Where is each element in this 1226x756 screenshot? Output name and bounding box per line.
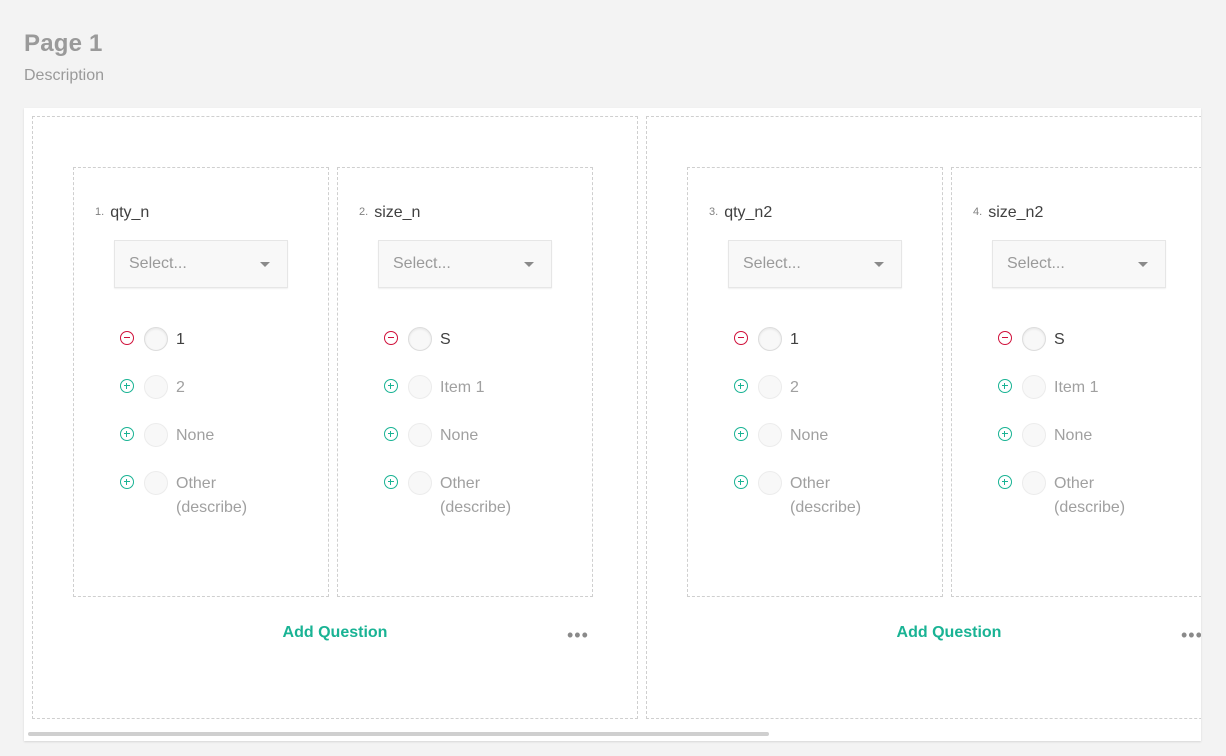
plus-circle-icon[interactable] — [384, 379, 398, 393]
radio-button[interactable] — [144, 471, 168, 495]
choice-label[interactable]: Item 1 — [1054, 376, 1154, 400]
plus-circle-icon[interactable] — [998, 379, 1012, 393]
choice-label[interactable]: Item 1 — [440, 376, 540, 400]
question-number: 1. — [95, 206, 105, 218]
select-placeholder: Select... — [743, 255, 801, 272]
radio-button[interactable] — [144, 375, 168, 399]
more-dots-icon[interactable]: ••• — [567, 625, 589, 646]
radio-button[interactable] — [758, 423, 782, 447]
panel-1[interactable]: 1. qty_n Select... 1 2 None Other (descr… — [32, 116, 638, 719]
choice-label[interactable]: None — [1054, 424, 1154, 448]
horizontal-scrollbar[interactable] — [28, 732, 769, 736]
radio-button[interactable] — [1022, 375, 1046, 399]
question-title[interactable]: qty_n2 — [724, 204, 772, 221]
choice-label[interactable]: 1 — [790, 328, 890, 352]
radio-button[interactable] — [408, 327, 432, 351]
question-title[interactable]: size_n — [374, 204, 420, 221]
dropdown-select[interactable]: Select... — [114, 240, 288, 288]
radio-button[interactable] — [408, 375, 432, 399]
plus-circle-icon[interactable] — [120, 427, 134, 441]
radio-button[interactable] — [758, 375, 782, 399]
choice-label[interactable]: 2 — [176, 376, 276, 400]
plus-circle-icon[interactable] — [734, 475, 748, 489]
question-number: 3. — [709, 206, 719, 218]
page-description: Description — [24, 67, 105, 84]
choice-label[interactable]: S — [440, 328, 540, 352]
question-header: 2. size_n — [359, 204, 420, 222]
question-header: 1. qty_n — [95, 204, 149, 222]
radio-button[interactable] — [1022, 423, 1046, 447]
page-title: Page 1 — [24, 30, 103, 57]
plus-circle-icon[interactable] — [734, 427, 748, 441]
minus-circle-icon[interactable] — [734, 331, 748, 345]
plus-circle-icon[interactable] — [734, 379, 748, 393]
minus-circle-icon[interactable] — [384, 331, 398, 345]
caret-down-icon — [1138, 262, 1148, 267]
question-qty-n2[interactable]: 3. qty_n2 Select... 1 2 None Other (desc… — [687, 167, 943, 597]
question-number: 4. — [973, 206, 983, 218]
question-title[interactable]: size_n2 — [988, 204, 1043, 221]
radio-button[interactable] — [1022, 327, 1046, 351]
choice-label[interactable]: Other (describe) — [1054, 472, 1154, 520]
choice-label[interactable]: Other (describe) — [440, 472, 540, 520]
radio-button[interactable] — [408, 423, 432, 447]
plus-circle-icon[interactable] — [998, 427, 1012, 441]
plus-circle-icon[interactable] — [120, 379, 134, 393]
choice-label[interactable]: Other (describe) — [790, 472, 890, 520]
add-question-button[interactable]: Add Question — [235, 624, 435, 642]
plus-circle-icon[interactable] — [120, 475, 134, 489]
radio-button[interactable] — [144, 423, 168, 447]
radio-button[interactable] — [408, 471, 432, 495]
question-qty-n[interactable]: 1. qty_n Select... 1 2 None Other (descr… — [73, 167, 329, 597]
dropdown-select[interactable]: Select... — [992, 240, 1166, 288]
choice-label[interactable]: 1 — [176, 328, 276, 352]
minus-circle-icon[interactable] — [120, 331, 134, 345]
plus-circle-icon[interactable] — [998, 475, 1012, 489]
choice-label[interactable]: None — [176, 424, 276, 448]
question-size-n[interactable]: 2. size_n Select... S Item 1 None Other … — [337, 167, 593, 597]
caret-down-icon — [260, 262, 270, 267]
radio-button[interactable] — [758, 471, 782, 495]
select-placeholder: Select... — [129, 255, 187, 272]
plus-circle-icon[interactable] — [384, 427, 398, 441]
choice-label[interactable]: None — [790, 424, 890, 448]
minus-circle-icon[interactable] — [998, 331, 1012, 345]
caret-down-icon — [524, 262, 534, 267]
choice-label[interactable]: S — [1054, 328, 1154, 352]
panel-2[interactable]: 3. qty_n2 Select... 1 2 None Other (desc… — [646, 116, 1201, 719]
question-header: 4. size_n2 — [973, 204, 1043, 222]
choice-label[interactable]: 2 — [790, 376, 890, 400]
question-size-n2[interactable]: 4. size_n2 Select... S Item 1 None Other… — [951, 167, 1201, 597]
designer-canvas: 1. qty_n Select... 1 2 None Other (descr… — [24, 108, 1201, 741]
more-dots-icon[interactable]: ••• — [1181, 625, 1201, 646]
caret-down-icon — [874, 262, 884, 267]
question-title[interactable]: qty_n — [110, 204, 149, 221]
radio-button[interactable] — [1022, 471, 1046, 495]
add-question-button[interactable]: Add Question — [849, 624, 1049, 642]
radio-button[interactable] — [144, 327, 168, 351]
select-placeholder: Select... — [393, 255, 451, 272]
select-placeholder: Select... — [1007, 255, 1065, 272]
question-number: 2. — [359, 206, 369, 218]
dropdown-select[interactable]: Select... — [378, 240, 552, 288]
radio-button[interactable] — [758, 327, 782, 351]
choice-label[interactable]: None — [440, 424, 540, 448]
dropdown-select[interactable]: Select... — [728, 240, 902, 288]
choice-label[interactable]: Other (describe) — [176, 472, 276, 520]
question-header: 3. qty_n2 — [709, 204, 772, 222]
plus-circle-icon[interactable] — [384, 475, 398, 489]
